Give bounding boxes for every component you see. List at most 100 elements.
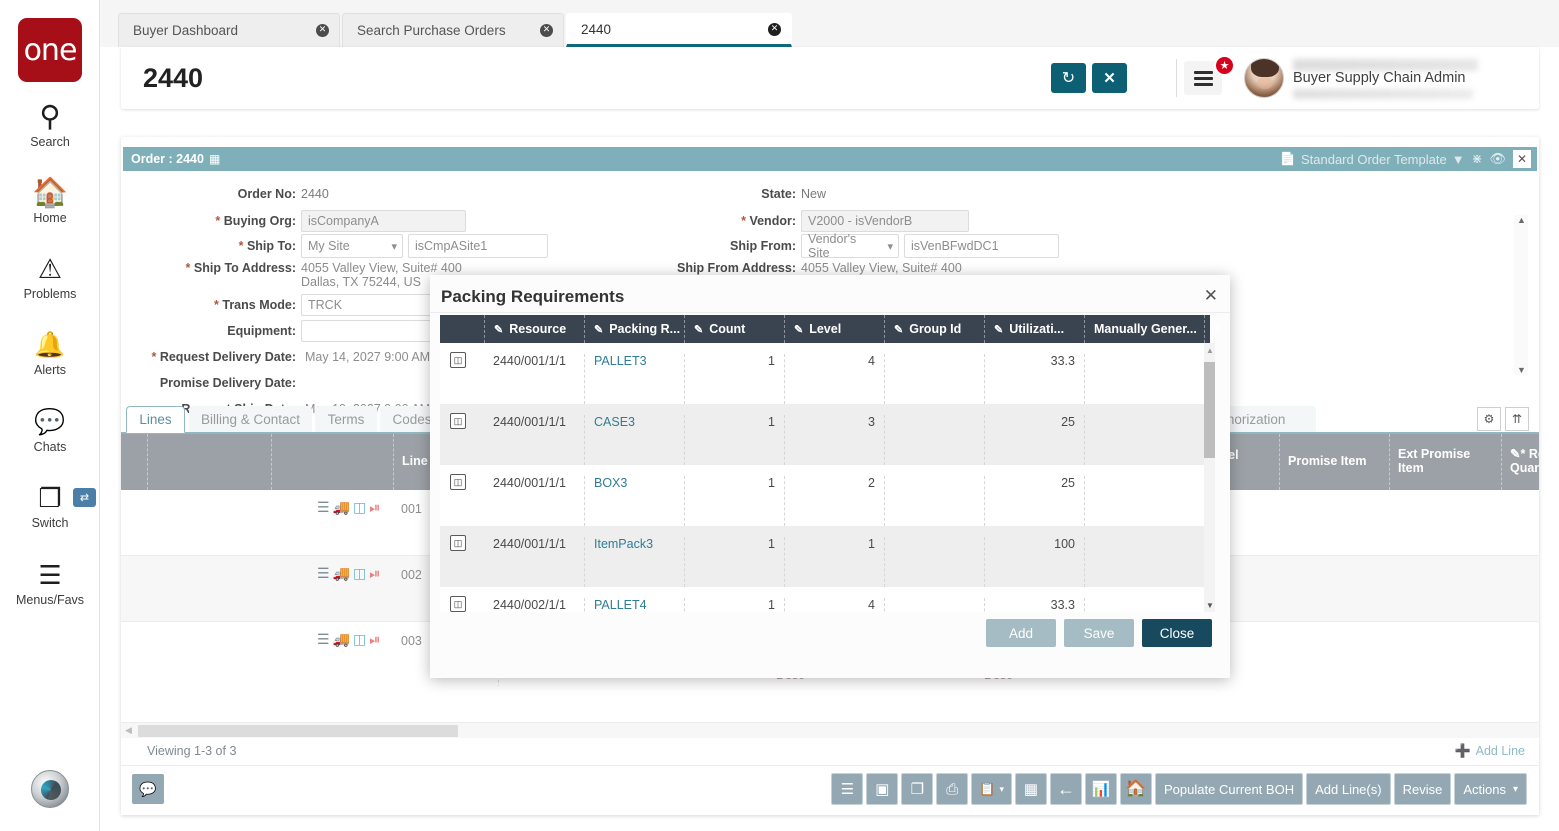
box-icon[interactable]: ◫ bbox=[353, 565, 366, 582]
table-row[interactable]: ◫ 2440/001/1/1 CASE3 1 3 25 bbox=[440, 404, 1210, 465]
dialog-close-button[interactable]: ✕ bbox=[1204, 286, 1218, 306]
gear-icon[interactable]: ⚙ bbox=[1477, 407, 1501, 431]
calculator-button[interactable]: ▦ bbox=[1015, 773, 1047, 805]
row-action-icons[interactable]: ☰ 🚚 ◫ ⏯ bbox=[317, 565, 380, 582]
grid-col-promise-item[interactable]: Promise Item bbox=[1279, 434, 1389, 490]
sidebar-item-home[interactable]: 🏠 Home bbox=[0, 179, 100, 225]
note-button[interactable]: ▣ bbox=[866, 773, 898, 805]
hold-icon[interactable]: ⏯ bbox=[369, 499, 380, 516]
cell-packing-r[interactable]: PALLET3 bbox=[584, 354, 684, 404]
table-row[interactable]: ◫ 2440/001/1/1 BOX3 1 2 25 bbox=[440, 465, 1210, 526]
table-row[interactable]: ◫ 2440/002/1/1 PALLET4 1 4 33.3 bbox=[440, 587, 1210, 612]
table-row[interactable]: ◫ 2440/001/1/1 PALLET3 1 4 33.3 bbox=[440, 343, 1210, 404]
one-network-logo[interactable]: one bbox=[18, 18, 82, 82]
ship-to-select[interactable]: My Site ▾ bbox=[301, 234, 403, 258]
back-button[interactable]: ← bbox=[1050, 773, 1082, 805]
col-item[interactable]: Ite bbox=[1204, 315, 1220, 343]
packing-record-icon[interactable]: ◫ bbox=[450, 535, 466, 551]
grid-horizontal-scrollbar[interactable]: ◀ bbox=[121, 722, 1539, 738]
box-icon[interactable]: ◫ bbox=[353, 499, 366, 516]
col-utilization[interactable]: ✎ Utilizati... bbox=[984, 315, 1084, 343]
browser-tab-2440[interactable]: 2440 ✕ bbox=[566, 13, 792, 47]
populate-current-boh-button[interactable]: Populate Current BOH bbox=[1155, 773, 1303, 805]
col-group-id[interactable]: ✎ Group Id bbox=[884, 315, 984, 343]
browser-tab-search-purchase-orders[interactable]: Search Purchase Orders ✕ bbox=[342, 13, 564, 47]
actions-dropdown-button[interactable]: Actions ▾ bbox=[1454, 773, 1527, 805]
grid-col-ext-promise-item[interactable]: Ext Promise Item bbox=[1389, 434, 1501, 490]
close-icon[interactable]: ✕ bbox=[540, 24, 553, 37]
col-packing-r[interactable]: ✎ Packing R... bbox=[584, 315, 684, 343]
switch-swap-badge-icon[interactable]: ⇄ bbox=[73, 488, 96, 507]
details-icon[interactable]: ☰ bbox=[317, 565, 330, 582]
copy-button[interactable]: ❐ bbox=[901, 773, 933, 805]
hold-icon[interactable]: ⏯ bbox=[369, 565, 380, 582]
col-manually-generated[interactable]: Manually Gener... bbox=[1084, 315, 1204, 343]
row-action-icons[interactable]: ☰ 🚚 ◫ ⏯ bbox=[317, 499, 380, 516]
user-avatar[interactable] bbox=[1244, 58, 1284, 98]
add-line-button[interactable]: ➕ Add Line bbox=[1454, 743, 1525, 759]
grid-col-request-quantity[interactable]: ✎* Request Quanti bbox=[1501, 434, 1539, 490]
buying-org-input[interactable]: isCompanyA bbox=[301, 210, 466, 232]
chat-send-button[interactable]: 💬 bbox=[132, 774, 164, 804]
ship-to-site-input[interactable]: isCmpASite1 bbox=[408, 234, 548, 258]
save-button[interactable]: Save bbox=[1064, 619, 1134, 647]
col-level[interactable]: ✎ Level bbox=[784, 315, 884, 343]
tab-terms[interactable]: Terms bbox=[315, 406, 377, 433]
order-template-selector[interactable]: 📄 Standard Order Template ▼ bbox=[1280, 151, 1465, 167]
sidebar-item-search[interactable]: ⚲ Search bbox=[0, 103, 100, 149]
truck-icon[interactable]: 🚚 bbox=[333, 565, 350, 582]
vendor-input[interactable]: V2000 - isVendorB bbox=[801, 210, 969, 232]
details-icon[interactable]: ☰ bbox=[317, 631, 330, 648]
panel-close-button[interactable]: ✕ bbox=[1513, 150, 1531, 168]
print-button[interactable]: ⎙ bbox=[936, 773, 968, 805]
cell-packing-r[interactable]: PALLET4 bbox=[584, 598, 684, 612]
cell-packing-r[interactable]: ItemPack3 bbox=[584, 537, 684, 587]
tab-lines[interactable]: Lines bbox=[126, 406, 185, 433]
scroll-down-icon[interactable]: ▼ bbox=[1206, 601, 1214, 610]
document-icon[interactable]: ▦ bbox=[209, 152, 220, 166]
add-lines-button[interactable]: Add Line(s) bbox=[1306, 773, 1390, 805]
scroll-down-icon[interactable]: ▼ bbox=[1517, 365, 1526, 375]
form-vertical-scrollbar[interactable]: ▲ ▼ bbox=[1514, 215, 1528, 375]
browser-tab-buyer-dashboard[interactable]: Buyer Dashboard ✕ bbox=[118, 13, 340, 47]
packing-record-icon[interactable]: ◫ bbox=[450, 596, 466, 612]
sidebar-item-problems[interactable]: ⚠ Problems bbox=[0, 255, 100, 301]
col-count[interactable]: ✎ Count bbox=[684, 315, 784, 343]
scrollbar-thumb[interactable] bbox=[1204, 362, 1215, 458]
eye-icon[interactable]: 👁 bbox=[1489, 151, 1506, 167]
audit-trail-button[interactable]: ☰ bbox=[831, 773, 863, 805]
refresh-button[interactable]: ↻ bbox=[1051, 63, 1086, 93]
collapse-icon[interactable]: ⇈ bbox=[1505, 407, 1529, 431]
bar-chart-button[interactable]: 📊 bbox=[1085, 773, 1117, 805]
scroll-up-icon[interactable]: ▲ bbox=[1517, 215, 1526, 225]
star-badge-icon[interactable]: ★ bbox=[1214, 55, 1235, 76]
add-button[interactable]: Add bbox=[986, 619, 1056, 647]
warehouse-button[interactable]: 🏠 bbox=[1120, 773, 1152, 805]
packing-record-icon[interactable]: ◫ bbox=[450, 474, 466, 490]
cell-packing-r[interactable]: CASE3 bbox=[584, 415, 684, 465]
clipboard-dropdown-button[interactable]: 📋 ▾ bbox=[971, 773, 1012, 805]
revise-button[interactable]: Revise bbox=[1394, 773, 1452, 805]
details-icon[interactable]: ☰ bbox=[317, 499, 330, 516]
ship-from-site-input[interactable]: isVenBFwdDC1 bbox=[904, 234, 1059, 258]
close-button[interactable]: Close bbox=[1142, 619, 1212, 647]
scroll-up-icon[interactable]: ▲ bbox=[1206, 346, 1214, 355]
truck-icon[interactable]: 🚚 bbox=[333, 631, 350, 648]
cell-packing-r[interactable]: BOX3 bbox=[584, 476, 684, 526]
close-icon[interactable]: ✕ bbox=[768, 23, 781, 36]
rail-user-avatar[interactable] bbox=[31, 770, 69, 808]
sidebar-item-chats[interactable]: 💬 Chats bbox=[0, 408, 100, 454]
scrollbar-thumb[interactable] bbox=[138, 725, 458, 737]
tab-billing-contact[interactable]: Billing & Contact bbox=[189, 406, 312, 433]
sidebar-item-alerts[interactable]: 🔔 Alerts bbox=[0, 331, 100, 377]
packing-record-icon[interactable]: ◫ bbox=[450, 352, 466, 368]
hierarchy-icon[interactable]: ⋇ bbox=[1472, 151, 1483, 167]
packing-record-icon[interactable]: ◫ bbox=[450, 413, 466, 429]
row-action-icons[interactable]: ☰ 🚚 ◫ ⏯ bbox=[317, 631, 380, 648]
hold-icon[interactable]: ⏯ bbox=[369, 631, 380, 648]
box-icon[interactable]: ◫ bbox=[353, 631, 366, 648]
table-inner-scrollbar[interactable]: ▲ ▼ bbox=[1204, 343, 1215, 612]
scroll-left-icon[interactable]: ◀ bbox=[125, 725, 132, 736]
truck-icon[interactable]: 🚚 bbox=[333, 499, 350, 516]
ship-from-select[interactable]: Vendor's Site ▾ bbox=[801, 234, 899, 258]
